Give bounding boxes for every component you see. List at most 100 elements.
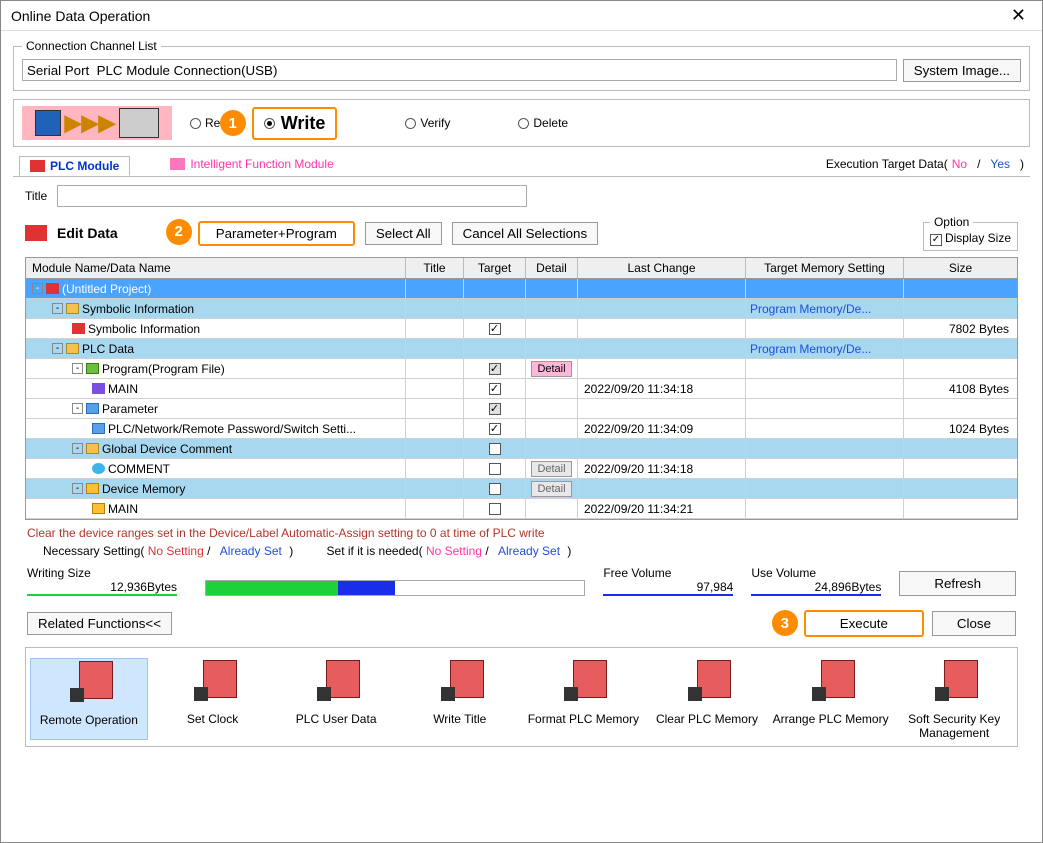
memory-usage-bar	[205, 580, 585, 596]
target-checkbox[interactable]: ✓	[489, 383, 501, 395]
free-volume-value: 97,984	[603, 580, 733, 596]
node-icon	[86, 443, 99, 454]
node-label: Global Device Comment	[102, 442, 232, 456]
function-arrange-plc-memory[interactable]: Arrange PLC Memory	[772, 658, 890, 740]
grid-row[interactable]: MAIN2022/09/20 11:34:21	[26, 499, 1017, 519]
node-icon	[86, 483, 99, 494]
tree-toggle-icon[interactable]: -	[72, 403, 83, 414]
grid-row[interactable]: Symbolic Information✓7802 Bytes	[26, 319, 1017, 339]
node-label: (Untitled Project)	[62, 282, 151, 296]
grid-row[interactable]: -Parameter✓	[26, 399, 1017, 419]
edit-data-label: Edit Data	[57, 225, 118, 241]
detail-button[interactable]: Detail	[531, 461, 571, 477]
node-icon	[46, 283, 59, 294]
use-volume-label: Use Volume	[751, 566, 881, 580]
tree-toggle-icon[interactable]: -	[52, 343, 63, 354]
detail-button[interactable]: Detail	[531, 361, 571, 377]
grid-header: Module Name/Data Name Title Target Detai…	[26, 258, 1017, 279]
target-checkbox[interactable]	[489, 503, 501, 515]
execution-target-label: Execution Target Data( No / Yes )	[826, 157, 1024, 171]
node-icon	[86, 403, 99, 414]
grid-row[interactable]: -Program(Program File)✓Detail	[26, 359, 1017, 379]
free-volume-label: Free Volume	[603, 566, 733, 580]
function-write-title[interactable]: Write Title	[401, 658, 519, 740]
target-checkbox[interactable]: ✓	[489, 423, 501, 435]
node-icon	[92, 423, 105, 434]
writing-size-value: 12,936Bytes	[27, 580, 177, 596]
channel-input[interactable]	[22, 59, 897, 81]
mode-verify-radio[interactable]: Verify	[405, 116, 450, 130]
system-image-button[interactable]: System Image...	[903, 59, 1021, 82]
writing-size-label: Writing Size	[27, 566, 187, 580]
mode-delete-radio[interactable]: Delete	[518, 116, 568, 130]
node-icon	[92, 383, 105, 394]
window-title: Online Data Operation	[11, 8, 150, 24]
refresh-button[interactable]: Refresh	[899, 571, 1016, 596]
close-button[interactable]: Close	[932, 611, 1016, 636]
close-icon[interactable]: ✕	[1005, 5, 1032, 26]
mode-write-radio[interactable]: 1 Write	[252, 107, 338, 140]
tree-toggle-icon[interactable]: -	[72, 483, 83, 494]
option-fieldset: Option Display Size	[923, 215, 1018, 251]
grid-row[interactable]: MAIN✓2022/09/20 11:34:184108 Bytes	[26, 379, 1017, 399]
function-remote-operation[interactable]: Remote Operation	[30, 658, 148, 740]
tree-toggle-icon[interactable]: -	[52, 303, 63, 314]
node-label: PLC/Network/Remote Password/Switch Setti…	[108, 422, 356, 436]
title-input[interactable]	[57, 185, 527, 207]
target-checkbox[interactable]: ✓	[489, 363, 501, 375]
tree-toggle-icon[interactable]: -	[72, 363, 83, 374]
function-plc-user-data[interactable]: PLC User Data	[277, 658, 395, 740]
data-grid: Module Name/Data Name Title Target Detai…	[25, 257, 1018, 520]
target-checkbox[interactable]: ✓	[489, 403, 501, 415]
tree-toggle-icon[interactable]: -	[72, 443, 83, 454]
step-3-badge: 3	[772, 610, 798, 636]
function-format-plc-memory[interactable]: Format PLC Memory	[525, 658, 643, 740]
node-icon	[92, 463, 105, 474]
use-volume-value: 24,896Bytes	[751, 580, 881, 596]
node-icon	[66, 303, 79, 314]
node-icon	[72, 323, 85, 334]
node-label: Device Memory	[102, 482, 185, 496]
grid-row[interactable]: - Global Device Comment	[26, 439, 1017, 459]
node-icon	[92, 503, 105, 514]
grid-row[interactable]: COMMENTDetail2022/09/20 11:34:18	[26, 459, 1017, 479]
titlebar: Online Data Operation ✕	[1, 1, 1042, 31]
target-checkbox[interactable]	[489, 483, 501, 495]
node-icon	[86, 363, 99, 374]
node-icon	[66, 343, 79, 354]
parameter-program-button[interactable]: Parameter+Program	[198, 221, 355, 246]
transfer-direction-icon: ▶▶▶	[22, 106, 172, 140]
display-size-checkbox[interactable]: Display Size	[930, 231, 1011, 245]
target-checkbox[interactable]	[489, 463, 501, 475]
function-soft-security-key-management[interactable]: Soft Security Key Management	[895, 658, 1013, 740]
function-set-clock[interactable]: Set Clock	[154, 658, 272, 740]
grid-row[interactable]: -PLC DataProgram Memory/De...	[26, 339, 1017, 359]
channel-legend: Connection Channel List	[22, 39, 161, 53]
node-label: Symbolic Information	[82, 302, 194, 316]
tree-toggle-icon[interactable]: -	[32, 283, 43, 294]
tab-intelligent-function-module[interactable]: Intelligent Function Module	[160, 155, 343, 173]
connection-channel-fieldset: Connection Channel List System Image...	[13, 39, 1030, 91]
grid-row[interactable]: -Symbolic InformationProgram Memory/De..…	[26, 299, 1017, 319]
target-checkbox[interactable]: ✓	[489, 323, 501, 335]
mode-selector: ▶▶▶ Read 1 Write Verify Delete	[13, 99, 1030, 147]
grid-row[interactable]: PLC/Network/Remote Password/Switch Setti…	[26, 419, 1017, 439]
execute-button[interactable]: Execute	[804, 610, 924, 637]
related-functions-panel: Remote OperationSet ClockPLC User DataWr…	[25, 647, 1018, 747]
tab-bar: PLC Module Intelligent Function Module E…	[13, 155, 1030, 177]
select-all-button[interactable]: Select All	[365, 222, 442, 245]
size-row: Writing Size 12,936Bytes Free Volume 97,…	[13, 560, 1030, 606]
node-label: MAIN	[108, 382, 138, 396]
node-label: COMMENT	[108, 462, 170, 476]
target-checkbox[interactable]	[489, 443, 501, 455]
title-label: Title	[25, 189, 47, 203]
grid-row[interactable]: - Device Memory Detail	[26, 479, 1017, 499]
node-label: MAIN	[108, 502, 138, 516]
tab-plc-module[interactable]: PLC Module	[19, 156, 130, 176]
cancel-all-selections-button[interactable]: Cancel All Selections	[452, 222, 598, 245]
function-clear-plc-memory[interactable]: Clear PLC Memory	[648, 658, 766, 740]
clear-device-ranges-label: Clear the device ranges set in the Devic…	[13, 520, 1030, 542]
grid-row[interactable]: - (Untitled Project)	[26, 279, 1017, 299]
detail-button[interactable]: Detail	[531, 481, 571, 497]
related-functions-button[interactable]: Related Functions<<	[27, 612, 172, 635]
